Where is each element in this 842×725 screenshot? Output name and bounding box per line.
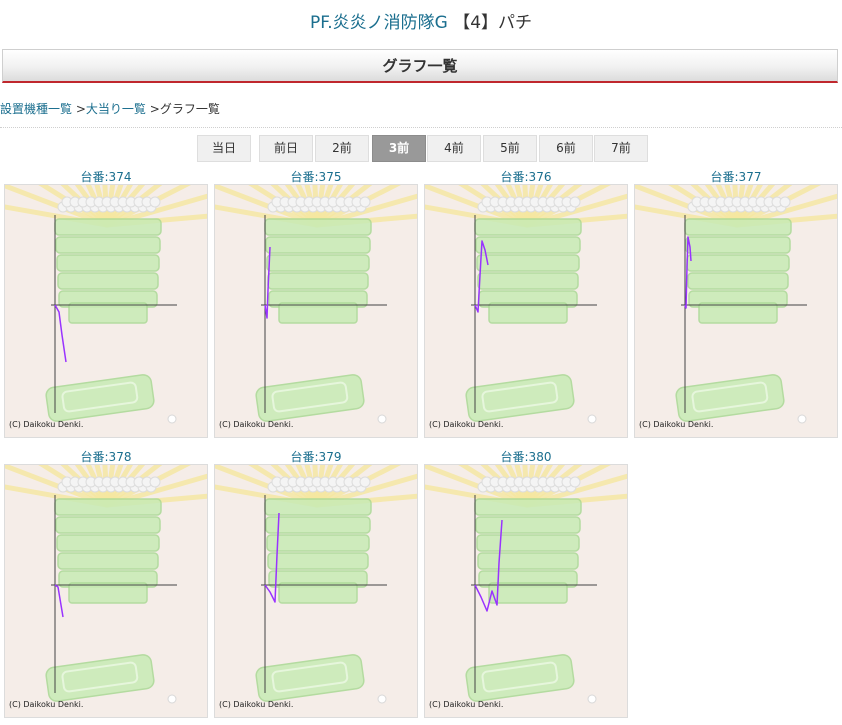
- ball-box-stack-decoration: [684, 218, 792, 324]
- divider: [0, 127, 842, 128]
- ball-tray-decoration: [45, 374, 155, 422]
- brand-mark-icon: [377, 694, 387, 704]
- slump-graph[interactable]: (C) Daikoku Denki.: [214, 464, 418, 718]
- copyright-text: (C) Daikoku Denki.: [9, 420, 84, 429]
- day-tab-7-days-ago[interactable]: 7前: [594, 135, 648, 162]
- ball-box-stack-decoration: [264, 498, 372, 604]
- day-tab-previous-day[interactable]: 前日: [259, 135, 313, 162]
- day-tab-3-days-ago[interactable]: 3前: [372, 135, 426, 162]
- day-tab-today[interactable]: 当日: [197, 135, 251, 162]
- breadcrumb-current: グラフ一覧: [159, 102, 220, 116]
- ball-tray-decoration: [465, 654, 575, 702]
- brand-mark-icon: [587, 694, 597, 704]
- pachinko-balls-decoration: [267, 196, 371, 213]
- brand-mark-icon: [167, 414, 177, 424]
- ball-tray-decoration: [675, 374, 785, 422]
- day-tab-2-days-ago[interactable]: 2前: [315, 135, 369, 162]
- ball-box-stack-decoration: [54, 498, 162, 604]
- slump-graph[interactable]: (C) Daikoku Denki.: [634, 184, 838, 438]
- copyright-text: (C) Daikoku Denki.: [219, 700, 294, 709]
- breadcrumb-separator: >: [149, 102, 160, 116]
- slump-line: [54, 304, 67, 363]
- machine-name: PF.炎炎ノ消防隊G: [309, 13, 448, 33]
- breadcrumb: 設置機種一覧 >大当り一覧 >グラフ一覧: [0, 100, 220, 117]
- pachinko-balls-decoration: [477, 196, 581, 213]
- section-header: グラフ一覧: [2, 49, 838, 83]
- copyright-text: (C) Daikoku Denki.: [429, 700, 504, 709]
- unit-number-link[interactable]: 台番:378: [4, 448, 208, 465]
- pachinko-balls-decoration: [57, 196, 161, 213]
- slump-graph[interactable]: (C) Daikoku Denki.: [214, 184, 418, 438]
- ball-tray-decoration: [465, 374, 575, 422]
- machine-suffix: 【4】パチ: [453, 13, 533, 33]
- slump-line: [54, 584, 64, 618]
- slump-graph-canvas: [425, 185, 627, 424]
- ball-tray-decoration: [255, 374, 365, 422]
- day-tab-5-days-ago[interactable]: 5前: [483, 135, 537, 162]
- slump-graph[interactable]: (C) Daikoku Denki.: [424, 464, 628, 718]
- brand-mark-icon: [587, 414, 597, 424]
- slump-graph[interactable]: (C) Daikoku Denki.: [424, 184, 628, 438]
- breadcrumb-separator: >: [75, 102, 86, 116]
- slump-graph[interactable]: (C) Daikoku Denki.: [4, 184, 208, 438]
- breadcrumb-link-machine-list[interactable]: 設置機種一覧: [0, 102, 72, 116]
- slump-graph-canvas: [215, 465, 417, 704]
- brand-mark-icon: [377, 414, 387, 424]
- brand-mark-icon: [167, 694, 177, 704]
- copyright-text: (C) Daikoku Denki.: [9, 700, 84, 709]
- pachinko-balls-decoration: [687, 196, 791, 213]
- ball-box-stack-decoration: [474, 218, 582, 324]
- breadcrumb-link-jackpot-list[interactable]: 大当り一覧: [86, 102, 146, 116]
- slump-graph-canvas: [425, 465, 627, 704]
- unit-number-link[interactable]: 台番:376: [424, 168, 628, 185]
- pachinko-balls-decoration: [57, 476, 161, 493]
- slump-graph-canvas: [635, 185, 837, 424]
- brand-mark-icon: [797, 414, 807, 424]
- machine-title: PF.炎炎ノ消防隊G 【4】パチ: [0, 8, 842, 33]
- ball-box-stack-decoration: [54, 218, 162, 324]
- day-tab-4-days-ago[interactable]: 4前: [427, 135, 481, 162]
- slump-graph-canvas: [215, 185, 417, 424]
- ball-tray-decoration: [255, 654, 365, 702]
- day-tab-6-days-ago[interactable]: 6前: [539, 135, 593, 162]
- unit-number-link[interactable]: 台番:375: [214, 168, 418, 185]
- unit-number-link[interactable]: 台番:380: [424, 448, 628, 465]
- unit-number-link[interactable]: 台番:377: [634, 168, 838, 185]
- ball-box-stack-decoration: [264, 218, 372, 324]
- unit-number-link[interactable]: 台番:379: [214, 448, 418, 465]
- slump-graph[interactable]: (C) Daikoku Denki.: [4, 464, 208, 718]
- ball-box-stack-decoration: [474, 498, 582, 604]
- slump-graph-canvas: [5, 185, 207, 424]
- pachinko-balls-decoration: [267, 476, 371, 493]
- slump-graph-canvas: [5, 465, 207, 704]
- unit-number-link[interactable]: 台番:374: [4, 168, 208, 185]
- copyright-text: (C) Daikoku Denki.: [639, 420, 714, 429]
- pachinko-balls-decoration: [477, 476, 581, 493]
- copyright-text: (C) Daikoku Denki.: [219, 420, 294, 429]
- ball-tray-decoration: [45, 654, 155, 702]
- copyright-text: (C) Daikoku Denki.: [429, 420, 504, 429]
